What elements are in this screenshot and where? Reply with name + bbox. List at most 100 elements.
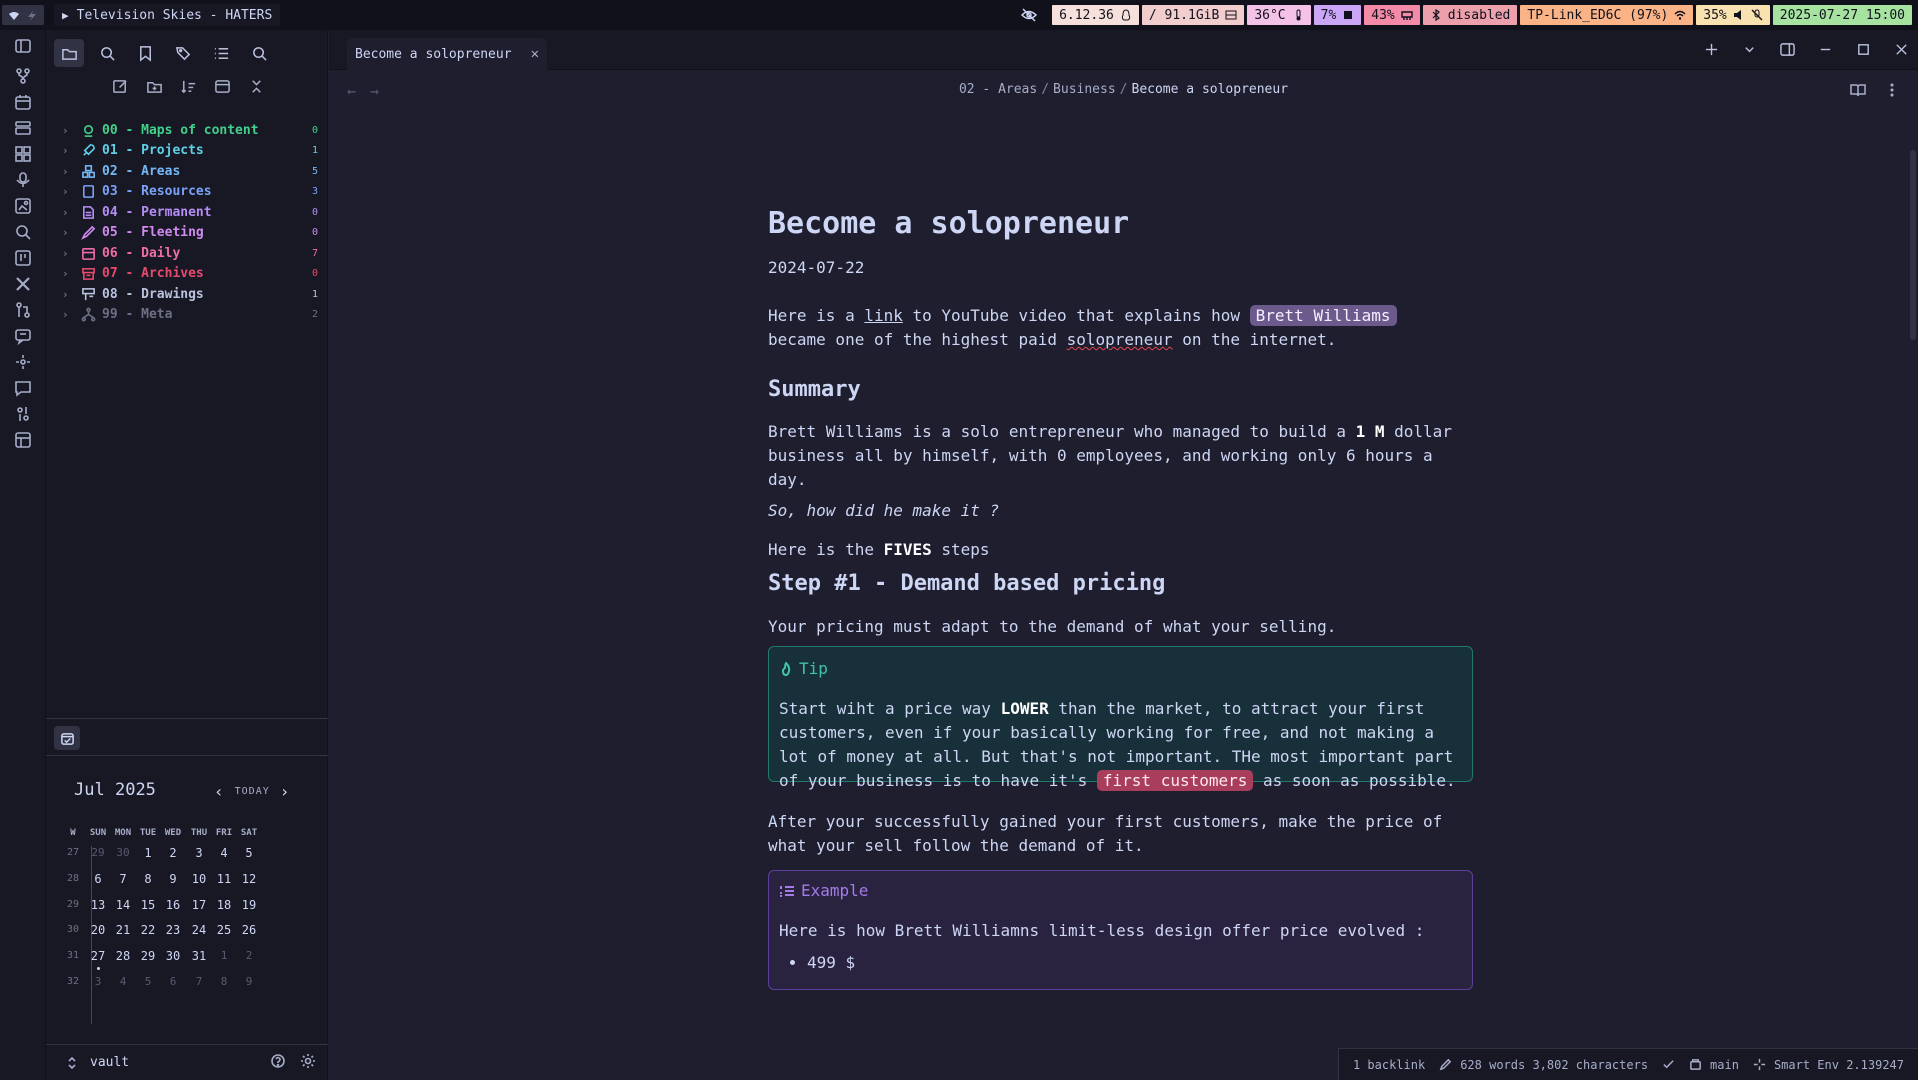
- breadcrumb-business[interactable]: Business: [1053, 82, 1116, 97]
- kanban-button[interactable]: [13, 248, 33, 268]
- eye-off-icon[interactable]: [1021, 7, 1038, 23]
- daily-note-button[interactable]: [13, 92, 33, 112]
- calendar-day[interactable]: 19: [236, 898, 262, 912]
- smart-env-item[interactable]: Smart Env 2.139247: [1753, 1058, 1904, 1072]
- folder-item[interactable]: › 99 - Meta 2: [56, 303, 318, 327]
- calendar-day[interactable]: 1: [135, 846, 161, 860]
- chevron-right-icon[interactable]: ›: [62, 144, 76, 157]
- calendar-day[interactable]: 7: [110, 872, 136, 886]
- misspelled-word[interactable]: solopreneur: [1067, 330, 1173, 349]
- bluetooth-pill[interactable]: disabled: [1422, 5, 1518, 25]
- toggle-sidebar-button[interactable]: [13, 36, 33, 56]
- chevron-right-icon[interactable]: ›: [62, 206, 76, 219]
- calendar-day[interactable]: 1: [211, 949, 237, 962]
- git-button[interactable]: [13, 300, 33, 320]
- play-icon[interactable]: ▶: [62, 9, 69, 22]
- chevron-right-icon[interactable]: ›: [62, 288, 76, 301]
- excalidraw-button[interactable]: [13, 196, 33, 216]
- tab-list-button[interactable]: [1740, 40, 1758, 58]
- calendar-day[interactable]: 2: [160, 846, 186, 860]
- templates-button[interactable]: [13, 430, 33, 450]
- collapse-all-button[interactable]: [246, 76, 266, 96]
- calendar-day[interactable]: 13: [85, 898, 111, 912]
- breadcrumb-areas[interactable]: 02 - Areas: [959, 82, 1037, 97]
- calendar-day[interactable]: 21: [110, 923, 136, 937]
- chevron-right-icon[interactable]: ›: [62, 247, 76, 260]
- calendar-day[interactable]: 3: [186, 846, 212, 860]
- brett-williams-tag[interactable]: Brett Williams: [1249, 305, 1397, 326]
- calendar-day[interactable]: 31: [186, 949, 212, 963]
- calendar-day[interactable]: 20: [85, 923, 111, 937]
- first-customers-tag[interactable]: first customers: [1096, 770, 1254, 791]
- example-callout[interactable]: Example Here is how Brett Williamns limi…: [768, 870, 1473, 990]
- calendar-day[interactable]: 10: [186, 872, 212, 886]
- tab-files[interactable]: [54, 39, 84, 67]
- calendar-day[interactable]: 2: [236, 949, 262, 962]
- tab-search-alt[interactable]: [244, 39, 274, 67]
- calendar-day[interactable]: 27: [85, 949, 111, 971]
- tip-callout[interactable]: Tip Start wiht a price way LOWER than th…: [768, 646, 1473, 791]
- calendar-day[interactable]: 5: [236, 846, 262, 860]
- toggle-right-sidebar-button[interactable]: [1778, 40, 1796, 58]
- calendar-day[interactable]: 8: [135, 872, 161, 886]
- calendar-day[interactable]: 18: [211, 898, 237, 912]
- calendar-day[interactable]: 9: [236, 975, 262, 988]
- graph-view-button[interactable]: [13, 66, 33, 86]
- calendar-day[interactable]: 28: [110, 949, 136, 963]
- note-title[interactable]: Become a solopreneur: [768, 206, 1129, 242]
- close-tab-icon[interactable]: ✕: [531, 46, 539, 62]
- dashboard-button[interactable]: [13, 144, 33, 164]
- calendar-day[interactable]: 26: [236, 923, 262, 937]
- calendar-day[interactable]: 12: [236, 872, 262, 886]
- volume-pill[interactable]: 35%: [1696, 5, 1770, 25]
- search-ribbon-button[interactable]: [13, 222, 33, 242]
- help-button[interactable]: [270, 1053, 286, 1073]
- chevron-right-icon[interactable]: ›: [62, 308, 76, 321]
- minimize-button[interactable]: [1816, 40, 1834, 58]
- calendar-day[interactable]: 7: [186, 975, 212, 988]
- new-note-button[interactable]: [110, 76, 130, 96]
- calendar-day[interactable]: 15: [135, 898, 161, 912]
- calendar-day[interactable]: 17: [186, 898, 212, 912]
- chevron-right-icon[interactable]: ›: [62, 124, 76, 137]
- next-month-button[interactable]: ›: [280, 782, 291, 801]
- tab-search[interactable]: [92, 39, 122, 67]
- calendar-day[interactable]: 30: [110, 846, 136, 859]
- tab-bookmarks[interactable]: [130, 39, 160, 67]
- tab-tags[interactable]: [168, 39, 198, 67]
- sort-button[interactable]: [178, 76, 198, 96]
- calendar-day[interactable]: 24: [186, 923, 212, 937]
- tools-button[interactable]: [13, 274, 33, 294]
- new-folder-button[interactable]: [144, 76, 164, 96]
- youtube-link[interactable]: link: [864, 306, 903, 325]
- vault-switcher[interactable]: vault: [64, 1055, 129, 1071]
- breadcrumb-current[interactable]: Become a solopreneur: [1132, 82, 1289, 97]
- backlinks-count[interactable]: 1 backlink: [1353, 1058, 1425, 1072]
- settings-button[interactable]: [300, 1053, 316, 1073]
- new-tab-button[interactable]: [1702, 40, 1720, 58]
- week-number[interactable]: 32: [60, 976, 86, 987]
- calendar-day[interactable]: 5: [135, 975, 161, 988]
- chevron-right-icon[interactable]: ›: [62, 165, 76, 178]
- audio-recorder-button[interactable]: [13, 170, 33, 190]
- smart-connections-button[interactable]: [13, 352, 33, 372]
- calendar-day[interactable]: 4: [211, 846, 237, 860]
- sync-status[interactable]: [1662, 1058, 1675, 1071]
- tab-outline[interactable]: [206, 39, 236, 67]
- today-button[interactable]: TODAY: [235, 786, 270, 797]
- sliders-button[interactable]: [13, 404, 33, 424]
- chevron-right-icon[interactable]: ›: [62, 226, 76, 239]
- chevron-right-icon[interactable]: ›: [62, 185, 76, 198]
- week-number[interactable]: 27: [60, 847, 86, 858]
- calendar-day[interactable]: 6: [160, 975, 186, 988]
- chat-button[interactable]: [13, 378, 33, 398]
- more-options-button[interactable]: [1884, 82, 1900, 102]
- calendar-day[interactable]: 9: [160, 872, 186, 886]
- close-window-button[interactable]: [1892, 40, 1910, 58]
- calendar-day[interactable]: 29: [135, 949, 161, 963]
- calendar-tab-button[interactable]: [54, 726, 80, 750]
- calendar-day[interactable]: 22: [135, 923, 161, 937]
- tab-become-a-solopreneur[interactable]: Become a solopreneur ✕: [347, 38, 547, 70]
- editor-scrollbar[interactable]: [1910, 150, 1916, 340]
- calendar-day[interactable]: 29: [85, 846, 111, 859]
